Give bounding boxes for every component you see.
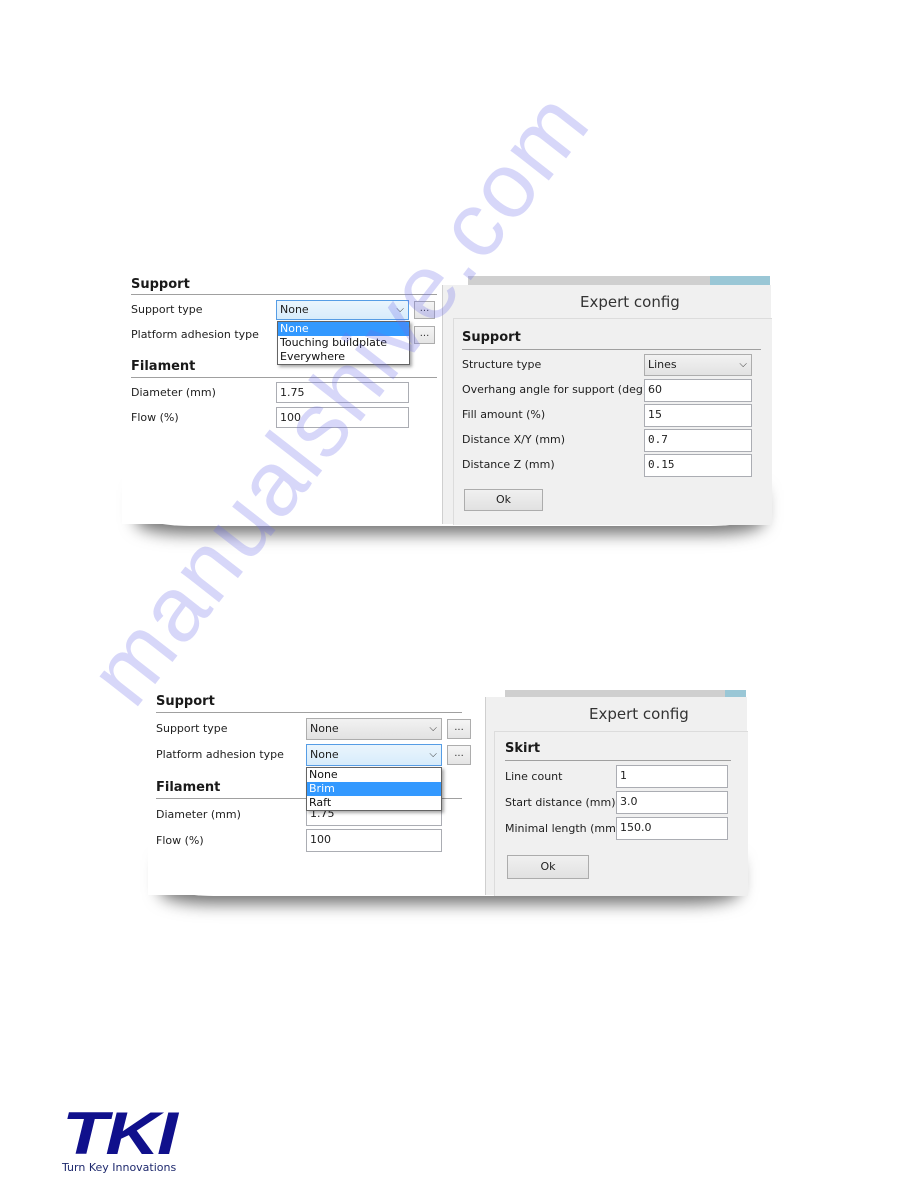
support-type-value: None <box>280 303 309 316</box>
support-type-value: None <box>310 722 339 735</box>
platform-adhesion-more-button[interactable]: ... <box>447 745 471 765</box>
flow-label: Flow (%) <box>156 834 204 847</box>
chevron-down-icon: ⌵ <box>429 723 437 734</box>
dropdown-option[interactable]: Touching buildplate <box>278 336 409 350</box>
dialog-title: Expert config <box>589 705 689 723</box>
overhang-angle-label: Overhang angle for support (deg) <box>462 383 648 396</box>
chevron-down-icon: ⌵ <box>429 749 437 760</box>
flow-input[interactable]: 100 <box>306 829 442 852</box>
line-count-input[interactable]: 1 <box>616 765 728 788</box>
platform-adhesion-select[interactable]: None ⌵ <box>306 744 442 766</box>
expert-section-heading: Skirt <box>505 741 541 756</box>
support-type-select[interactable]: None ⌵ <box>276 300 409 320</box>
ok-button[interactable]: Ok <box>507 855 589 879</box>
dropdown-option[interactable]: Brim <box>307 782 441 796</box>
line-count-label: Line count <box>505 770 563 783</box>
structure-type-value: Lines <box>648 358 677 371</box>
structure-type-label: Structure type <box>462 358 542 371</box>
platform-adhesion-more-button[interactable]: ... <box>414 326 435 344</box>
platform-adhesion-label: Platform adhesion type <box>131 328 259 341</box>
section-divider <box>131 377 437 378</box>
logo-mark: TKI <box>62 1100 178 1167</box>
expert-section-heading: Support <box>462 330 521 345</box>
chevron-down-icon: ⌵ <box>396 304 404 315</box>
diameter-label: Diameter (mm) <box>131 386 216 399</box>
distance-z-input[interactable]: 0.15 <box>644 454 752 477</box>
distance-xy-label: Distance X/Y (mm) <box>462 433 566 446</box>
structure-type-select[interactable]: Lines ⌵ <box>644 354 752 376</box>
figure2-screenshot: Support Support type None ⌵ ... Platform… <box>148 690 748 896</box>
fill-amount-label: Fill amount (%) <box>462 408 546 421</box>
support-heading: Support <box>156 694 215 709</box>
section-divider <box>462 349 761 350</box>
chevron-down-icon: ⌵ <box>739 359 747 370</box>
tki-logo: TKI Turn Key Innovations <box>62 1104 178 1175</box>
dialog-body: Support Structure type Lines ⌵ Overhang … <box>453 318 772 525</box>
window-strip <box>505 690 725 697</box>
support-heading: Support <box>131 277 190 292</box>
support-type-select[interactable]: None ⌵ <box>306 718 442 740</box>
platform-adhesion-dropdown-list: None Brim Raft <box>306 767 442 811</box>
window-strip-accent <box>710 276 770 285</box>
section-divider <box>131 294 437 295</box>
support-type-label: Support type <box>131 303 203 316</box>
start-distance-input[interactable]: 3.0 <box>616 791 728 814</box>
support-type-more-button[interactable]: ... <box>447 719 471 739</box>
filament-heading: Filament <box>156 780 221 795</box>
diameter-input[interactable]: 1.75 <box>276 382 409 403</box>
platform-adhesion-label: Platform adhesion type <box>156 748 284 761</box>
window-strip-accent <box>725 690 746 697</box>
overhang-angle-input[interactable]: 60 <box>644 379 752 402</box>
section-divider <box>156 712 462 713</box>
distance-z-label: Distance Z (mm) <box>462 458 555 471</box>
section-divider <box>505 760 731 761</box>
minimal-length-input[interactable]: 150.0 <box>616 817 728 840</box>
figure1-screenshot: Support Support type None ⌵ ... Platform… <box>122 276 772 525</box>
dropdown-option[interactable]: None <box>278 322 409 336</box>
dropdown-option[interactable]: Everywhere <box>278 350 409 364</box>
dialog-body: Skirt Line count 1 Start distance (mm) 3… <box>494 731 748 896</box>
settings-panel: Support Support type None ⌵ ... Platform… <box>122 276 444 524</box>
dialog-title: Expert config <box>580 293 680 311</box>
platform-adhesion-value: None <box>310 748 339 761</box>
fill-amount-input[interactable]: 15 <box>644 404 752 427</box>
support-type-dropdown-list: None Touching buildplate Everywhere <box>277 321 410 365</box>
dropdown-option[interactable]: None <box>307 768 441 782</box>
distance-xy-input[interactable]: 0.7 <box>644 429 752 452</box>
support-type-more-button[interactable]: ... <box>414 301 435 319</box>
minimal-length-label: Minimal length (mm) <box>505 822 621 835</box>
support-type-label: Support type <box>156 722 228 735</box>
ok-button[interactable]: Ok <box>464 489 543 511</box>
expert-config-dialog: Expert config Support Structure type Lin… <box>442 285 772 525</box>
window-strip <box>468 276 710 285</box>
start-distance-label: Start distance (mm) <box>505 796 616 809</box>
expert-config-dialog: Expert config Skirt Line count 1 Start d… <box>485 697 748 896</box>
flow-input[interactable]: 100 <box>276 407 409 428</box>
filament-heading: Filament <box>131 359 196 374</box>
flow-label: Flow (%) <box>131 411 179 424</box>
dropdown-option[interactable]: Raft <box>307 796 441 810</box>
diameter-label: Diameter (mm) <box>156 808 241 821</box>
settings-panel: Support Support type None ⌵ ... Platform… <box>148 690 488 895</box>
